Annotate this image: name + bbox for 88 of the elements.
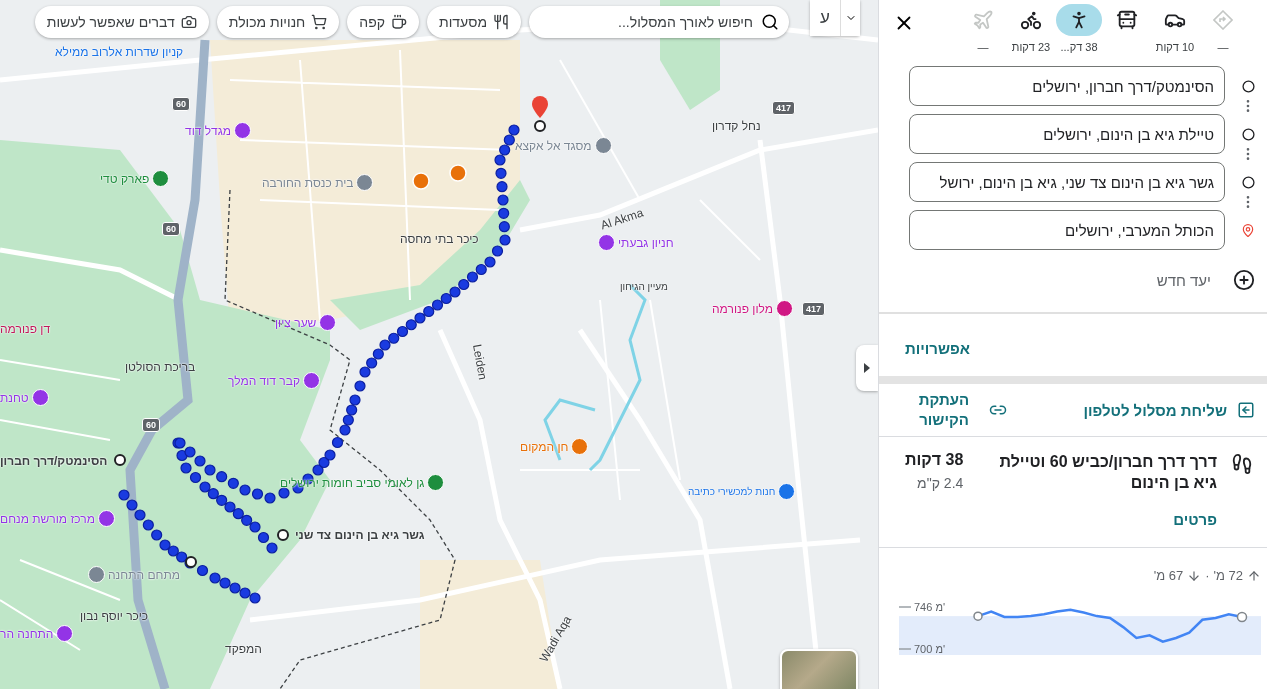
caret-icon <box>864 363 870 373</box>
travel-time: 10 דקות <box>1155 41 1195 53</box>
place-label: כיכר יוסף נבון <box>80 609 149 623</box>
road-shield: 60 <box>142 418 160 432</box>
place-label: קבר דוד המלך <box>228 373 300 388</box>
travel-time: — <box>977 41 989 53</box>
camera-icon <box>180 14 197 30</box>
place-label: מסגד אל אקצא <box>515 138 592 153</box>
pin-icon <box>1241 222 1255 238</box>
category-chip[interactable]: דברים שאפשר לעשות <box>34 6 209 38</box>
place-label: Leiden <box>470 343 491 381</box>
place-label: גשר גיא בן הינום צד שני <box>295 528 425 542</box>
road-shield: 417 <box>802 302 826 316</box>
restaurant-marker-icon[interactable] <box>449 164 467 182</box>
descent-text: 67 מ' <box>1153 568 1184 583</box>
send-to-phone-button[interactable]: שליחת מסלול לטלפון <box>1083 401 1255 419</box>
circle-icon <box>1241 127 1255 141</box>
cup-icon <box>391 14 407 30</box>
place-label: התחנה הר <box>0 626 54 641</box>
waypoint-field[interactable]: הכותל המערבי, ירושלים <box>909 210 1225 250</box>
waypoint-field[interactable]: גשר גיא בן הינום צד שני, גיא בן הינום, ירושל <box>909 162 1225 202</box>
waypoint-marker[interactable] <box>185 556 197 568</box>
options-link[interactable]: אפשרויות <box>905 339 971 357</box>
language-button[interactable]: ע <box>810 0 840 36</box>
place-label: Al Akma <box>598 205 646 233</box>
place-label: מרכז מורשת מנחם <box>0 511 95 526</box>
travel-time: — <box>1217 41 1229 53</box>
details-link[interactable]: פרטים <box>977 511 1217 528</box>
add-destination-text[interactable]: יעד חדש <box>1156 271 1211 289</box>
place-label: בית כנסת החורבה <box>262 175 354 190</box>
route-distance: 2.4 ק"מ <box>917 475 964 491</box>
category-chip[interactable]: חנויות מכולת <box>216 6 340 38</box>
waypoint-field[interactable]: הסינמטק/דרך חברון, ירושלים <box>909 66 1225 106</box>
circle-icon <box>1241 79 1255 93</box>
arrow-up-icon <box>1247 568 1261 583</box>
place-label: מתחם התחנה <box>108 567 180 582</box>
waypoint-marker[interactable] <box>534 120 546 132</box>
y-tick-label: 700 מ' <box>914 643 946 655</box>
search-icon <box>761 13 779 31</box>
travel-time: 23 דקות <box>1011 41 1051 53</box>
place-label: קניון שדרות אלרוב ממילא <box>55 45 184 59</box>
route-title: דרך דרך חברון/כביש 60 וטיילת גיא בן הינום <box>998 452 1217 493</box>
road-shield: 60 <box>172 97 190 111</box>
place-label: טחנת <box>0 390 29 405</box>
bicycle-icon <box>1020 9 1042 31</box>
separator-dot: · <box>1205 568 1210 583</box>
travel-time: 38 דק... <box>1060 41 1098 53</box>
place-label: המפקד <box>225 642 262 656</box>
place-label: דן פנורמה <box>0 322 51 336</box>
bus-icon <box>1116 9 1138 31</box>
place-label: נחל קדרון <box>712 119 761 133</box>
y-tick-label: 746 מ' <box>914 601 946 613</box>
place-label: מגדל דוד <box>185 123 232 138</box>
arrow-box-icon <box>1237 401 1255 419</box>
place-label: חן המקום <box>520 439 569 454</box>
end-point-marker <box>1236 611 1248 623</box>
start-point-marker <box>973 611 983 621</box>
circle-icon <box>1241 175 1255 189</box>
ascent-text: 72 מ' <box>1213 568 1243 583</box>
waypoint-marker[interactable] <box>114 454 126 466</box>
place-label: בריכת הסולטן <box>125 360 196 374</box>
place-label: מעיין הגיחון <box>620 281 668 292</box>
travel-mode-tab[interactable] <box>1056 4 1102 36</box>
place-label: כיכר בתי מחסה <box>400 232 479 246</box>
road-shield: 417 <box>772 101 796 115</box>
directions-sign-icon <box>1213 10 1233 30</box>
place-label: הסינמטק/דרך חברון <box>0 454 108 468</box>
collapse-panel-button[interactable] <box>856 345 878 391</box>
y-tick: 746 מ' <box>899 601 946 613</box>
restaurant-marker-icon[interactable] <box>412 172 430 190</box>
utensils-icon <box>493 14 509 30</box>
cart-icon <box>311 14 328 30</box>
search-field[interactable]: חיפוש לאורך המסלול... <box>529 6 789 38</box>
category-chip[interactable]: קפה <box>347 6 419 38</box>
road-shield: 60 <box>162 222 180 236</box>
category-chip[interactable]: מסעדות <box>427 6 521 38</box>
place-label: חנות למכשירי כתיבה <box>688 486 776 497</box>
waypoint-marker[interactable] <box>277 529 289 541</box>
place-label: מלון פנורמה <box>712 301 774 316</box>
y-tick: 700 מ' <box>899 643 946 655</box>
place-label: חניון גבעתי <box>618 235 674 250</box>
copy-link-button[interactable]: העתקת הקישור <box>909 390 1007 430</box>
add-icon[interactable] <box>1233 269 1255 291</box>
airplane-icon <box>972 9 994 31</box>
route-duration: 38 דקות <box>905 451 964 469</box>
place-label: פארק טדי <box>100 171 150 186</box>
place-label: שער ציון <box>275 315 317 330</box>
waypoint-field[interactable]: טיילת גיא בן הינום, ירושלים <box>909 114 1225 154</box>
